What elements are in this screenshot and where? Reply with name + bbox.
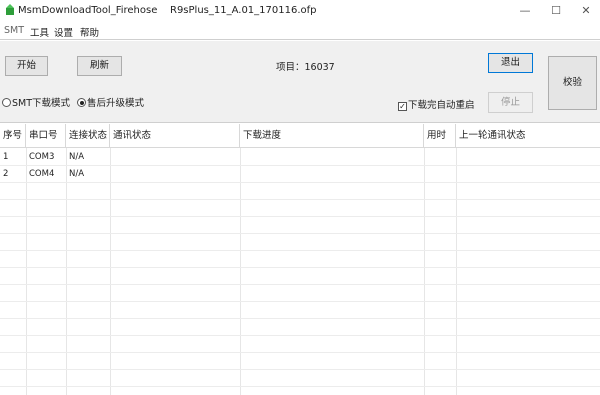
row-divider: [0, 352, 600, 353]
row-index: 2: [3, 169, 9, 179]
device-table: 序号 串口号 连接状态 通讯状态 下载进度 用时 上一轮通讯状态 1 COM3 …: [0, 124, 600, 395]
row-progress: [240, 149, 424, 166]
row-progress: [240, 166, 424, 183]
close-icon[interactable]: ✕: [575, 2, 597, 20]
smt-mode-radio[interactable]: SMT下载模式: [2, 95, 70, 109]
radio-unselected-icon: [2, 98, 11, 107]
menu-item-settings[interactable]: 设置: [54, 25, 73, 39]
row-time: [424, 166, 456, 183]
table-row[interactable]: 2 COM4 N/A: [0, 166, 600, 183]
verify-button[interactable]: 校验: [548, 56, 597, 110]
row-comm-status: [110, 166, 240, 183]
menu-item-help[interactable]: 帮助: [80, 25, 99, 39]
row-divider: [0, 199, 600, 200]
row-last-status: [456, 149, 600, 166]
smt-mode-label: SMT下载模式: [12, 98, 71, 109]
row-divider: [0, 369, 600, 370]
radio-selected-icon: [77, 98, 86, 107]
title-bar: MsmDownloadTool_Firehose R9sPlus_11_A.01…: [0, 0, 600, 22]
app-icon: [6, 4, 14, 15]
exit-button[interactable]: 退出: [488, 53, 533, 73]
table-header: 序号 串口号 连接状态 通讯状态 下载进度 用时 上一轮通讯状态: [0, 124, 600, 148]
row-divider: [0, 233, 600, 234]
row-last-status: [456, 166, 600, 183]
checkbox-checked-icon: ✓: [398, 102, 407, 111]
column-divider: [424, 148, 425, 395]
row-comm-status: [110, 149, 240, 166]
column-header-connection[interactable]: 连接状态: [66, 124, 110, 148]
project-label: 项目：16037: [276, 62, 335, 73]
loaded-file-title: R9sPlus_11_A.01_170116.ofp: [170, 5, 317, 16]
row-divider: [0, 386, 600, 387]
column-divider: [456, 148, 457, 395]
control-panel: 开始 刷新 项目：16037 退出 停止 校验 SMT下载模式 售后升级模式 ✓…: [0, 41, 600, 123]
row-connection: N/A: [69, 169, 85, 179]
row-divider: [0, 216, 600, 217]
start-button[interactable]: 开始: [5, 56, 48, 76]
menu-item-tools[interactable]: 工具: [30, 25, 49, 39]
row-divider: [0, 301, 600, 302]
row-connection: N/A: [69, 152, 85, 162]
column-header-index[interactable]: 序号: [0, 124, 26, 148]
row-divider: [0, 335, 600, 336]
column-divider: [26, 148, 27, 395]
row-index: 1: [3, 152, 9, 162]
menu-item-smt[interactable]: SMT: [4, 25, 24, 36]
auto-reboot-checkbox[interactable]: ✓ 下载完自动重启: [398, 97, 475, 111]
row-time: [424, 149, 456, 166]
column-header-last-status[interactable]: 上一轮通讯状态: [456, 124, 600, 148]
window-title: MsmDownloadTool_Firehose: [18, 5, 158, 16]
column-header-comm-status[interactable]: 通讯状态: [110, 124, 240, 148]
refresh-button[interactable]: 刷新: [77, 56, 122, 76]
column-divider: [66, 148, 67, 395]
table-row[interactable]: 1 COM3 N/A: [0, 149, 600, 166]
menu-bar: SMT 工具 设置 帮助: [0, 22, 600, 40]
row-port: COM4: [29, 169, 55, 179]
row-divider: [0, 267, 600, 268]
column-header-progress[interactable]: 下载进度: [240, 124, 424, 148]
maximize-icon[interactable]: ☐: [545, 2, 567, 20]
minimize-icon[interactable]: —: [514, 2, 536, 20]
column-header-port[interactable]: 串口号: [26, 124, 66, 148]
row-divider: [0, 318, 600, 319]
stop-button[interactable]: 停止: [488, 92, 533, 113]
after-sales-mode-label: 售后升级模式: [87, 98, 145, 109]
auto-reboot-label: 下载完自动重启: [408, 100, 475, 111]
column-divider: [110, 148, 111, 395]
row-port: COM3: [29, 152, 55, 162]
after-sales-mode-radio[interactable]: 售后升级模式: [77, 95, 144, 109]
column-header-time[interactable]: 用时: [424, 124, 456, 148]
row-divider: [0, 284, 600, 285]
row-divider: [0, 250, 600, 251]
column-divider: [240, 148, 241, 395]
